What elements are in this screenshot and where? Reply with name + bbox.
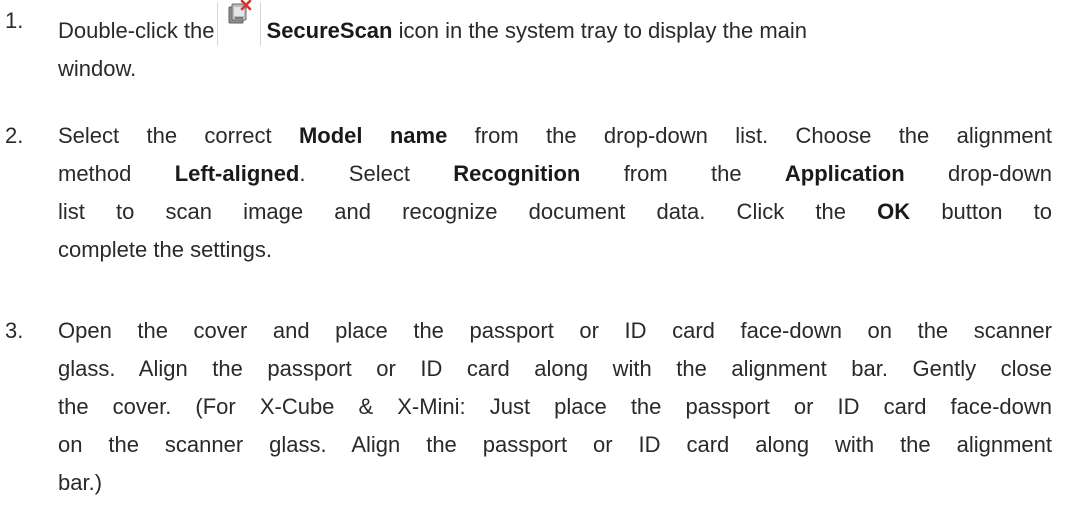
step-2-line-4: complete the settings. <box>58 237 273 262</box>
ok-label: OK <box>877 199 911 224</box>
step-number: 3. <box>5 318 24 343</box>
step-1-line-1: Double-click the SecureScan icon in the … <box>58 0 1052 50</box>
securescan-label: SecureScan <box>266 18 393 43</box>
step-3-line-2: glass. Align the passport or ID card alo… <box>58 356 1052 381</box>
step-3-text: Open the cover and place the passport or… <box>58 312 1052 502</box>
step-1-text: Double-click the SecureScan icon in the … <box>58 0 1052 88</box>
recognition-label: Recognition <box>453 161 581 186</box>
instructions-document: 1. Double-click the SecureScan icon in t… <box>0 0 1084 519</box>
step-number: 1. <box>5 8 24 33</box>
step-2-line-3: list to scan image and recognize documen… <box>58 199 1052 224</box>
left-aligned-label: Left-aligned <box>174 161 300 186</box>
step-2-line-1: Select the correct Model name from the d… <box>58 123 1052 148</box>
step-2-line-2: method Left-aligned. Select Recognition … <box>58 161 1052 186</box>
step-3-line-3: the cover. (For X-Cube & X-Mini: Just pl… <box>58 394 1052 419</box>
step-1-line-2: window. <box>58 56 137 81</box>
securescan-tray-icon <box>216 0 261 46</box>
application-label: Application <box>784 161 905 186</box>
step-3-line-1: Open the cover and place the passport or… <box>58 318 1052 343</box>
step-3-line-5: bar.) <box>58 470 103 495</box>
step-number: 2. <box>5 123 24 148</box>
model-name-label: Model name <box>298 123 448 148</box>
step-2-text: Select the correct Model name from the d… <box>58 117 1052 269</box>
step-3-line-4: on the scanner glass. Align the passport… <box>58 432 1052 457</box>
